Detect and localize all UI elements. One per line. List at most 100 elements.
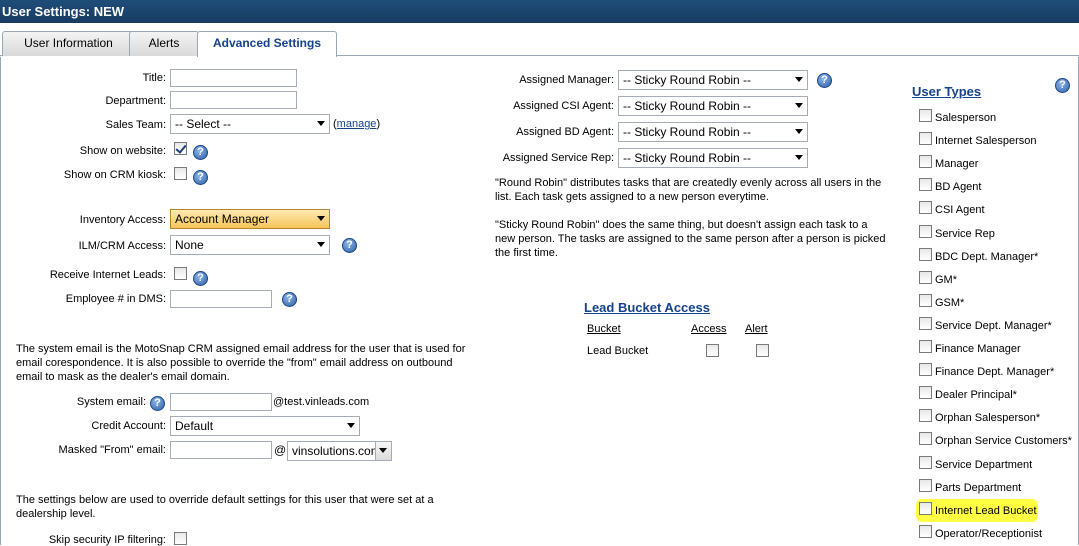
system-email-domain: @test.vinleads.com <box>273 396 370 408</box>
assigned-bd-label: Assigned BD Agent: <box>516 126 614 138</box>
chevron-down-icon <box>379 448 387 453</box>
manage-link[interactable]: manage <box>337 118 377 130</box>
chevron-down-icon <box>347 423 355 428</box>
user-type-checkbox[interactable] <box>919 409 932 422</box>
user-type-label: GSM* <box>935 297 965 309</box>
user-type-checkbox[interactable] <box>919 386 932 399</box>
col-bucket: Bucket <box>587 323 621 335</box>
user-type-label: Manager <box>935 158 979 170</box>
col-access: Access <box>691 323 727 335</box>
user-type-checkbox[interactable] <box>919 271 932 284</box>
user-type-checkbox[interactable] <box>919 201 932 214</box>
department-input[interactable] <box>170 91 297 109</box>
show-website-checkbox[interactable] <box>174 142 187 155</box>
credit-account-value: Default <box>175 419 214 433</box>
credit-account-select[interactable]: Default <box>170 416 360 436</box>
dropdown-button[interactable] <box>375 442 391 460</box>
help-icon[interactable]: ? <box>282 292 297 307</box>
user-type-checkbox[interactable] <box>919 225 932 238</box>
sticky-round-robin-description: "Sticky Round Robin" does the same thing… <box>495 219 886 259</box>
assigned-csi-select[interactable]: -- Sticky Round Robin -- <box>618 96 808 116</box>
chevron-down-icon <box>317 216 325 221</box>
inventory-access-label: Inventory Access: <box>79 214 166 226</box>
skip-ip-checkbox[interactable] <box>174 532 187 545</box>
user-type-checkbox[interactable] <box>919 525 932 538</box>
at-sign: @ <box>274 443 287 457</box>
help-icon[interactable]: ? <box>1055 78 1070 93</box>
user-type-label: CSI Agent <box>935 204 985 216</box>
user-type-label: Finance Dept. Manager* <box>935 366 1055 378</box>
title-input[interactable] <box>170 69 297 87</box>
lead-bucket-header: Lead Bucket Access <box>584 300 710 315</box>
tab-advanced-settings[interactable]: Advanced Settings <box>197 31 337 57</box>
employee-dms-label: Employee # in DMS: <box>65 293 166 305</box>
receive-leads-label: Receive Internet Leads: <box>49 269 166 281</box>
col-alert: Alert <box>745 323 768 335</box>
inventory-access-value: Account Manager <box>175 212 270 226</box>
assigned-service-value: -- Sticky Round Robin -- <box>623 151 752 165</box>
employee-dms-input[interactable] <box>170 290 272 308</box>
system-email-label: System email: <box>76 396 146 408</box>
user-type-label: Service Department <box>935 459 1033 471</box>
user-type-checkbox[interactable] <box>919 132 932 145</box>
lead-bucket-access-checkbox[interactable] <box>706 344 719 357</box>
window-title: User Settings: NEW <box>0 0 1079 23</box>
tab-user-information[interactable]: User Information <box>2 31 135 56</box>
chevron-down-icon <box>795 103 803 108</box>
masked-from-label: Masked "From" email: <box>58 444 166 456</box>
assigned-service-select[interactable]: -- Sticky Round Robin -- <box>618 148 808 168</box>
assigned-manager-select[interactable]: -- Sticky Round Robin -- <box>618 70 808 90</box>
user-type-label: Service Rep <box>935 228 995 240</box>
user-type-label: Orphan Salesperson* <box>935 412 1041 424</box>
user-type-label: Internet Salesperson <box>935 135 1037 147</box>
lead-bucket-alert-checkbox[interactable] <box>756 344 769 357</box>
skip-ip-label: Skip security IP filtering: <box>48 534 166 546</box>
user-type-checkbox[interactable] <box>919 155 932 168</box>
help-icon[interactable]: ? <box>342 238 357 253</box>
ilm-access-value: None <box>175 238 204 252</box>
user-type-checkbox[interactable] <box>919 109 932 122</box>
user-types-header: User Types <box>912 84 982 99</box>
user-type-checkbox[interactable] <box>919 317 932 330</box>
chevron-down-icon <box>317 121 325 126</box>
help-icon[interactable]: ? <box>150 396 165 411</box>
tab-alerts[interactable]: Alerts <box>129 31 199 56</box>
user-type-checkbox[interactable] <box>919 432 932 445</box>
assigned-bd-select[interactable]: -- Sticky Round Robin -- <box>618 122 808 142</box>
user-type-checkbox[interactable] <box>919 502 932 515</box>
user-type-label: Orphan Service Customers* <box>935 435 1072 447</box>
chevron-down-icon <box>317 242 325 247</box>
help-icon[interactable]: ? <box>193 170 208 185</box>
masked-domain-select[interactable]: vinsolutions.com <box>287 441 392 461</box>
user-type-checkbox[interactable] <box>919 178 932 191</box>
receive-leads-checkbox[interactable] <box>174 267 187 280</box>
sales-team-select[interactable]: -- Select -- <box>170 114 330 134</box>
user-type-checkbox[interactable] <box>919 456 932 469</box>
ilm-access-select[interactable]: None <box>170 235 330 255</box>
help-icon[interactable]: ? <box>193 145 208 160</box>
user-type-checkbox[interactable] <box>919 340 932 353</box>
user-type-label: Operator/Receptionist <box>935 528 1042 540</box>
department-label: Department: <box>105 95 166 107</box>
chevron-down-icon <box>795 129 803 134</box>
manage-wrapper: (manage) <box>333 118 380 130</box>
masked-domain-value: vinsolutions.com <box>292 444 381 458</box>
user-type-label: BD Agent <box>935 181 982 193</box>
user-type-checkbox[interactable] <box>919 479 932 492</box>
user-type-label: Dealer Principal* <box>935 389 1017 401</box>
help-icon[interactable]: ? <box>193 271 208 286</box>
inventory-access-select[interactable]: Account Manager <box>170 209 330 229</box>
assigned-bd-value: -- Sticky Round Robin -- <box>623 125 752 139</box>
show-kiosk-checkbox[interactable] <box>174 167 187 180</box>
system-email-input[interactable] <box>170 393 272 411</box>
user-type-checkbox[interactable] <box>919 363 932 376</box>
masked-from-input[interactable] <box>170 441 272 459</box>
user-type-label: Parts Department <box>935 482 1022 494</box>
user-type-checkbox[interactable] <box>919 294 932 307</box>
user-type-label: Internet Lead Bucket <box>935 505 1037 517</box>
show-kiosk-label: Show on CRM kiosk: <box>63 169 166 181</box>
user-type-checkbox[interactable] <box>919 248 932 261</box>
assigned-manager-label: Assigned Manager: <box>519 74 614 86</box>
user-type-label: BDC Dept. Manager* <box>935 251 1039 263</box>
help-icon[interactable]: ? <box>817 73 832 88</box>
